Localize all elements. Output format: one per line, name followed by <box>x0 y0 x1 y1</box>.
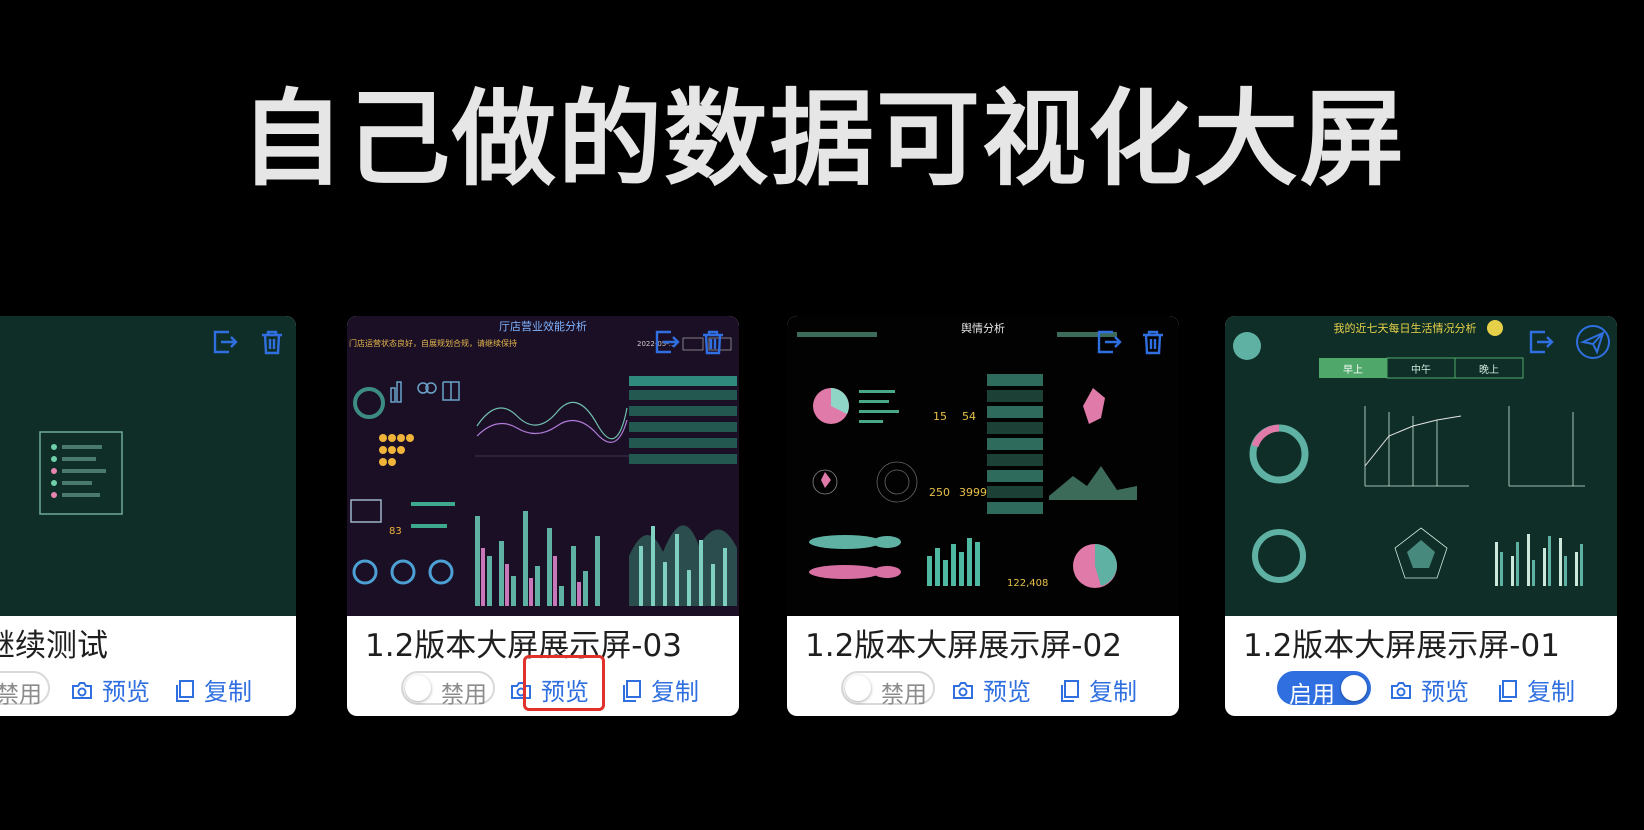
page-title: 自己做的数据可视化大屏 <box>240 78 1407 200</box>
copy-icon <box>1499 680 1517 702</box>
export-icon[interactable] <box>1095 328 1123 356</box>
stage: 自己做的数据可视化大屏 续测试 禁用 预览 复制 厅店营业效能分析 门店运营状态… <box>0 0 1644 830</box>
dashboard-card[interactable]: 我的近七天每日生活情况分析 早上 中午 晚上 1.2版本大屏展示屏-01 启用 … <box>1225 316 1617 716</box>
status-toggle[interactable]: 启用 <box>1277 671 1371 708</box>
dashboard-card[interactable]: 名字继续测试 禁用 预览 复制 <box>0 316 296 716</box>
copy-label: 复制 <box>1089 678 1137 706</box>
preview-label: 预览 <box>102 678 150 706</box>
thumb-tab: 早上 <box>1343 364 1363 376</box>
status-toggle[interactable]: 禁用 <box>0 671 50 708</box>
copy-button[interactable]: 复制 <box>1059 672 1137 707</box>
status-toggle[interactable]: 禁用 <box>841 671 935 708</box>
camera-icon <box>72 682 92 699</box>
toggle-label: 禁用 <box>0 682 42 708</box>
thumb-title: 厅店营业效能分析 <box>499 319 587 333</box>
card-thumbnail[interactable] <box>0 316 296 616</box>
card-title: 名字继续测试 <box>0 628 108 664</box>
copy-button[interactable]: 复制 <box>1497 672 1575 707</box>
copy-icon <box>176 680 194 702</box>
status-toggle[interactable]: 禁用 <box>401 671 495 708</box>
card-title: 1.2版本大屏展示屏-01 <box>1243 628 1560 664</box>
send-icon[interactable] <box>1575 324 1611 360</box>
trash-icon[interactable] <box>1139 328 1167 356</box>
toggle-label: 启用 <box>1289 682 1335 708</box>
preview-label: 预览 <box>1421 678 1469 706</box>
preview-button[interactable]: 预览 <box>1389 672 1469 707</box>
thumb-tab: 中午 <box>1411 363 1431 376</box>
preview-button[interactable]: 预览 <box>70 672 150 707</box>
thumb-title: 舆情分析 <box>961 321 1005 335</box>
thumb-subtitle: 门店运营状态良好，自展规划合规，请继续保持 <box>349 338 517 348</box>
toggle-knob <box>845 675 871 701</box>
thumb-tab: 晚上 <box>1479 364 1499 376</box>
dashboard-card[interactable]: 舆情分析 15 54 250 3999 122,408 1.2版本大屏展示屏-0… <box>787 316 1179 716</box>
toggle-knob <box>1341 675 1367 701</box>
toggle-label: 禁用 <box>881 682 927 708</box>
card-thumbnail[interactable]: 厅店营业效能分析 门店运营状态良好，自展规划合规，请继续保持 2022-05-.… <box>347 316 739 616</box>
export-icon[interactable] <box>653 328 681 356</box>
export-icon[interactable] <box>211 328 239 356</box>
camera-icon <box>953 682 973 699</box>
thumb-number: 15 <box>933 410 947 423</box>
copy-label: 复制 <box>651 678 699 706</box>
preview-highlight-box <box>523 655 605 711</box>
thumb-value: 83 <box>389 526 402 537</box>
camera-icon <box>1391 682 1411 699</box>
toggle-label: 禁用 <box>441 682 487 708</box>
copy-icon <box>1061 680 1079 702</box>
copy-button[interactable]: 复制 <box>621 672 699 707</box>
trash-icon[interactable] <box>699 328 727 356</box>
thumb-number: 250 <box>929 486 950 499</box>
copy-label: 复制 <box>1527 678 1575 706</box>
preview-label: 预览 <box>983 678 1031 706</box>
copy-button[interactable]: 复制 <box>174 672 252 707</box>
thumb-number: 54 <box>962 410 976 423</box>
card-thumbnail[interactable]: 舆情分析 15 54 250 3999 122,408 <box>787 316 1179 616</box>
copy-icon <box>623 680 641 702</box>
card-title: 1.2版本大屏展示屏-02 <box>805 628 1122 664</box>
thumb-number: 122,408 <box>1007 578 1048 589</box>
preview-button[interactable]: 预览 <box>951 672 1031 707</box>
trash-icon[interactable] <box>258 328 286 356</box>
export-icon[interactable] <box>1527 328 1555 356</box>
toggle-knob <box>405 675 431 701</box>
thumb-number: 3999 <box>959 486 987 499</box>
dashboard-card[interactable]: 厅店营业效能分析 门店运营状态良好，自展规划合规，请继续保持 2022-05-.… <box>347 316 739 716</box>
copy-label: 复制 <box>204 678 252 706</box>
thumb-title: 我的近七天每日生活情况分析 <box>1334 321 1477 335</box>
card-thumbnail[interactable]: 我的近七天每日生活情况分析 早上 中午 晚上 <box>1225 316 1617 616</box>
